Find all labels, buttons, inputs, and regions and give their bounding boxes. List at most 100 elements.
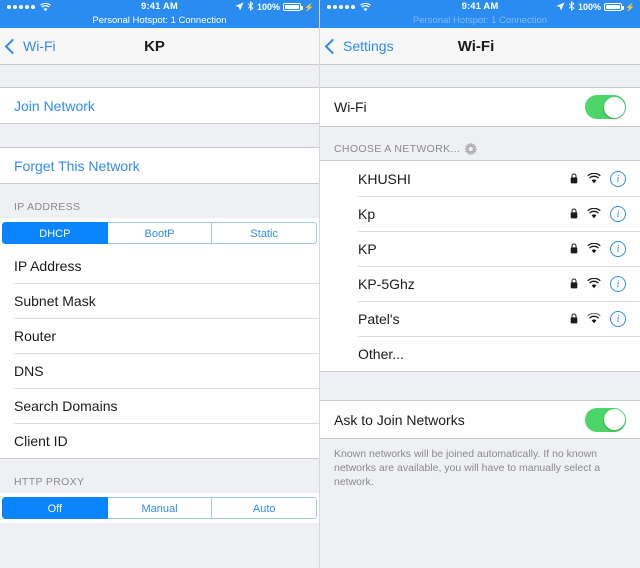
lightning-bolt-icon: ⚡	[625, 2, 635, 12]
spacer-1	[0, 65, 319, 87]
choose-network-label: CHOOSE A NETWORK...	[334, 143, 461, 155]
segment-dhcp[interactable]: DHCP	[2, 222, 108, 244]
choose-network-section-header: CHOOSE A NETWORK...	[320, 127, 640, 160]
row-label: Router	[14, 327, 57, 344]
segment-auto[interactable]: Auto	[212, 497, 317, 519]
bluetooth-icon	[568, 0, 575, 13]
row-label: IP Address	[14, 257, 82, 274]
spacer-2	[0, 124, 319, 147]
personal-hotspot-banner: Personal Hotspot: 1 Connection	[412, 15, 548, 26]
status-bar-left: 9:41 AM 100% ⚡ Personal Hotspot: 1 Conne…	[0, 0, 319, 28]
row-label: Client ID	[14, 432, 68, 449]
lock-icon	[570, 206, 578, 222]
status-bar-right-cluster: 100% ⚡	[235, 0, 314, 14]
left-content: Join Network Forget This Network IP ADDR…	[0, 65, 319, 568]
network-info-button[interactable]: i	[610, 310, 626, 327]
bluetooth-icon	[247, 0, 254, 13]
status-bar-right-cluster: 100% ⚡	[556, 0, 635, 14]
row-label: DNS	[14, 362, 44, 379]
network-info-button[interactable]: i	[610, 170, 626, 187]
other-network-label: Other...	[358, 345, 404, 362]
spacer-1	[320, 65, 640, 87]
segment-off[interactable]: Off	[2, 497, 108, 519]
status-bar-top-row: 9:41 AM 100% ⚡	[0, 0, 319, 14]
network-name: Kp	[358, 205, 376, 222]
ask-to-join-toggle-switch[interactable]	[585, 407, 626, 432]
ip-config-segmented-control[interactable]: DHCP BootP Static	[2, 222, 317, 244]
wifi-toggle-group: Wi-Fi	[320, 87, 640, 127]
left-phone-screen: 9:41 AM 100% ⚡ Personal Hotspot: 1 Conne…	[0, 0, 320, 568]
page-title: KP	[144, 37, 165, 55]
ip-detail-group: IP Address Subnet Mask Router DNS Search…	[0, 248, 319, 459]
ask-to-join-group: Ask to Join Networks	[320, 400, 640, 439]
lock-icon	[570, 276, 578, 292]
network-info-button[interactable]: i	[610, 275, 626, 292]
ask-to-join-label: Ask to Join Networks	[334, 411, 465, 428]
join-network-row[interactable]: Join Network	[0, 88, 319, 123]
lock-icon	[570, 241, 578, 257]
wifi-signal-icon	[587, 311, 601, 327]
nav-bar-right: Settings Wi-Fi	[320, 28, 640, 65]
lock-icon	[570, 171, 578, 187]
ask-to-join-footnote: Known networks will be joined automatica…	[320, 439, 640, 489]
row-search-domains[interactable]: Search Domains	[0, 388, 319, 423]
network-row-icons: i	[570, 170, 626, 187]
network-row-kp[interactable]: KP i	[320, 231, 640, 266]
battery-percent-label: 100%	[257, 2, 281, 12]
network-name: KP	[358, 240, 377, 257]
location-arrow-icon	[235, 1, 244, 13]
network-info-button[interactable]: i	[610, 240, 626, 257]
row-ip-address[interactable]: IP Address	[0, 248, 319, 283]
join-network-label: Join Network	[14, 97, 95, 114]
network-row-kp-5ghz[interactable]: KP-5Ghz i	[320, 266, 640, 301]
row-dns[interactable]: DNS	[0, 353, 319, 388]
http-proxy-segmented-control[interactable]: Off Manual Auto	[2, 497, 317, 519]
right-content: Wi-Fi CHOOSE A NETWORK... KHUSHI i Kp i …	[320, 65, 640, 568]
join-network-group: Join Network	[0, 87, 319, 124]
network-row-kp-lower[interactable]: Kp i	[320, 196, 640, 231]
network-name: KP-5Ghz	[358, 275, 415, 292]
wifi-toggle-row[interactable]: Wi-Fi	[320, 88, 640, 126]
network-name: Patel's	[358, 310, 400, 327]
row-client-id[interactable]: Client ID	[0, 423, 319, 458]
activity-spinner-icon	[465, 143, 478, 155]
row-subnet-mask[interactable]: Subnet Mask	[0, 283, 319, 318]
location-arrow-icon	[556, 1, 565, 13]
segment-manual[interactable]: Manual	[107, 497, 213, 519]
dual-screenshot: 9:41 AM 100% ⚡ Personal Hotspot: 1 Conne…	[0, 0, 640, 568]
network-row-patels[interactable]: Patel's i	[320, 301, 640, 336]
wifi-signal-icon	[587, 206, 601, 222]
battery-full-icon	[283, 3, 304, 11]
battery-percent-label: 100%	[578, 2, 602, 12]
ask-to-join-row[interactable]: Ask to Join Networks	[320, 401, 640, 438]
network-row-icons: i	[570, 275, 626, 292]
wifi-signal-icon	[587, 241, 601, 257]
wifi-toggle-switch[interactable]	[585, 95, 626, 119]
right-phone-screen: 9:41 AM 100% ⚡ Personal Hotspot: 1 Conne…	[320, 0, 640, 568]
row-label: Search Domains	[14, 397, 118, 414]
segment-static[interactable]: Static	[212, 222, 317, 244]
network-row-other[interactable]: Other...	[320, 336, 640, 371]
ip-config-segmented-wrap: DHCP BootP Static	[0, 218, 319, 248]
wifi-toggle-label: Wi-Fi	[334, 99, 367, 115]
forget-network-row[interactable]: Forget This Network	[0, 148, 319, 183]
segment-bootp[interactable]: BootP	[107, 222, 213, 244]
page-title: Wi-Fi	[457, 37, 495, 55]
network-row-icons: i	[570, 240, 626, 257]
network-name: KHUSHI	[358, 170, 411, 187]
row-router[interactable]: Router	[0, 318, 319, 353]
nav-bar-left: Wi-Fi KP	[0, 28, 319, 65]
forget-network-label: Forget This Network	[14, 157, 140, 174]
network-row-icons: i	[570, 310, 626, 327]
lock-icon	[570, 311, 578, 327]
network-row-khushi[interactable]: KHUSHI i	[320, 161, 640, 196]
status-bar-top-row: 9:41 AM 100% ⚡	[320, 0, 640, 14]
battery-full-icon	[604, 3, 625, 11]
network-list-group: KHUSHI i Kp i KP i KP-5Ghz i Patel's i O…	[320, 160, 640, 372]
wifi-signal-icon	[587, 276, 601, 292]
forget-network-group: Forget This Network	[0, 147, 319, 184]
wifi-signal-icon	[587, 171, 601, 187]
network-info-button[interactable]: i	[610, 205, 626, 222]
lightning-bolt-icon: ⚡	[304, 2, 314, 12]
personal-hotspot-banner: Personal Hotspot: 1 Connection	[92, 15, 227, 26]
